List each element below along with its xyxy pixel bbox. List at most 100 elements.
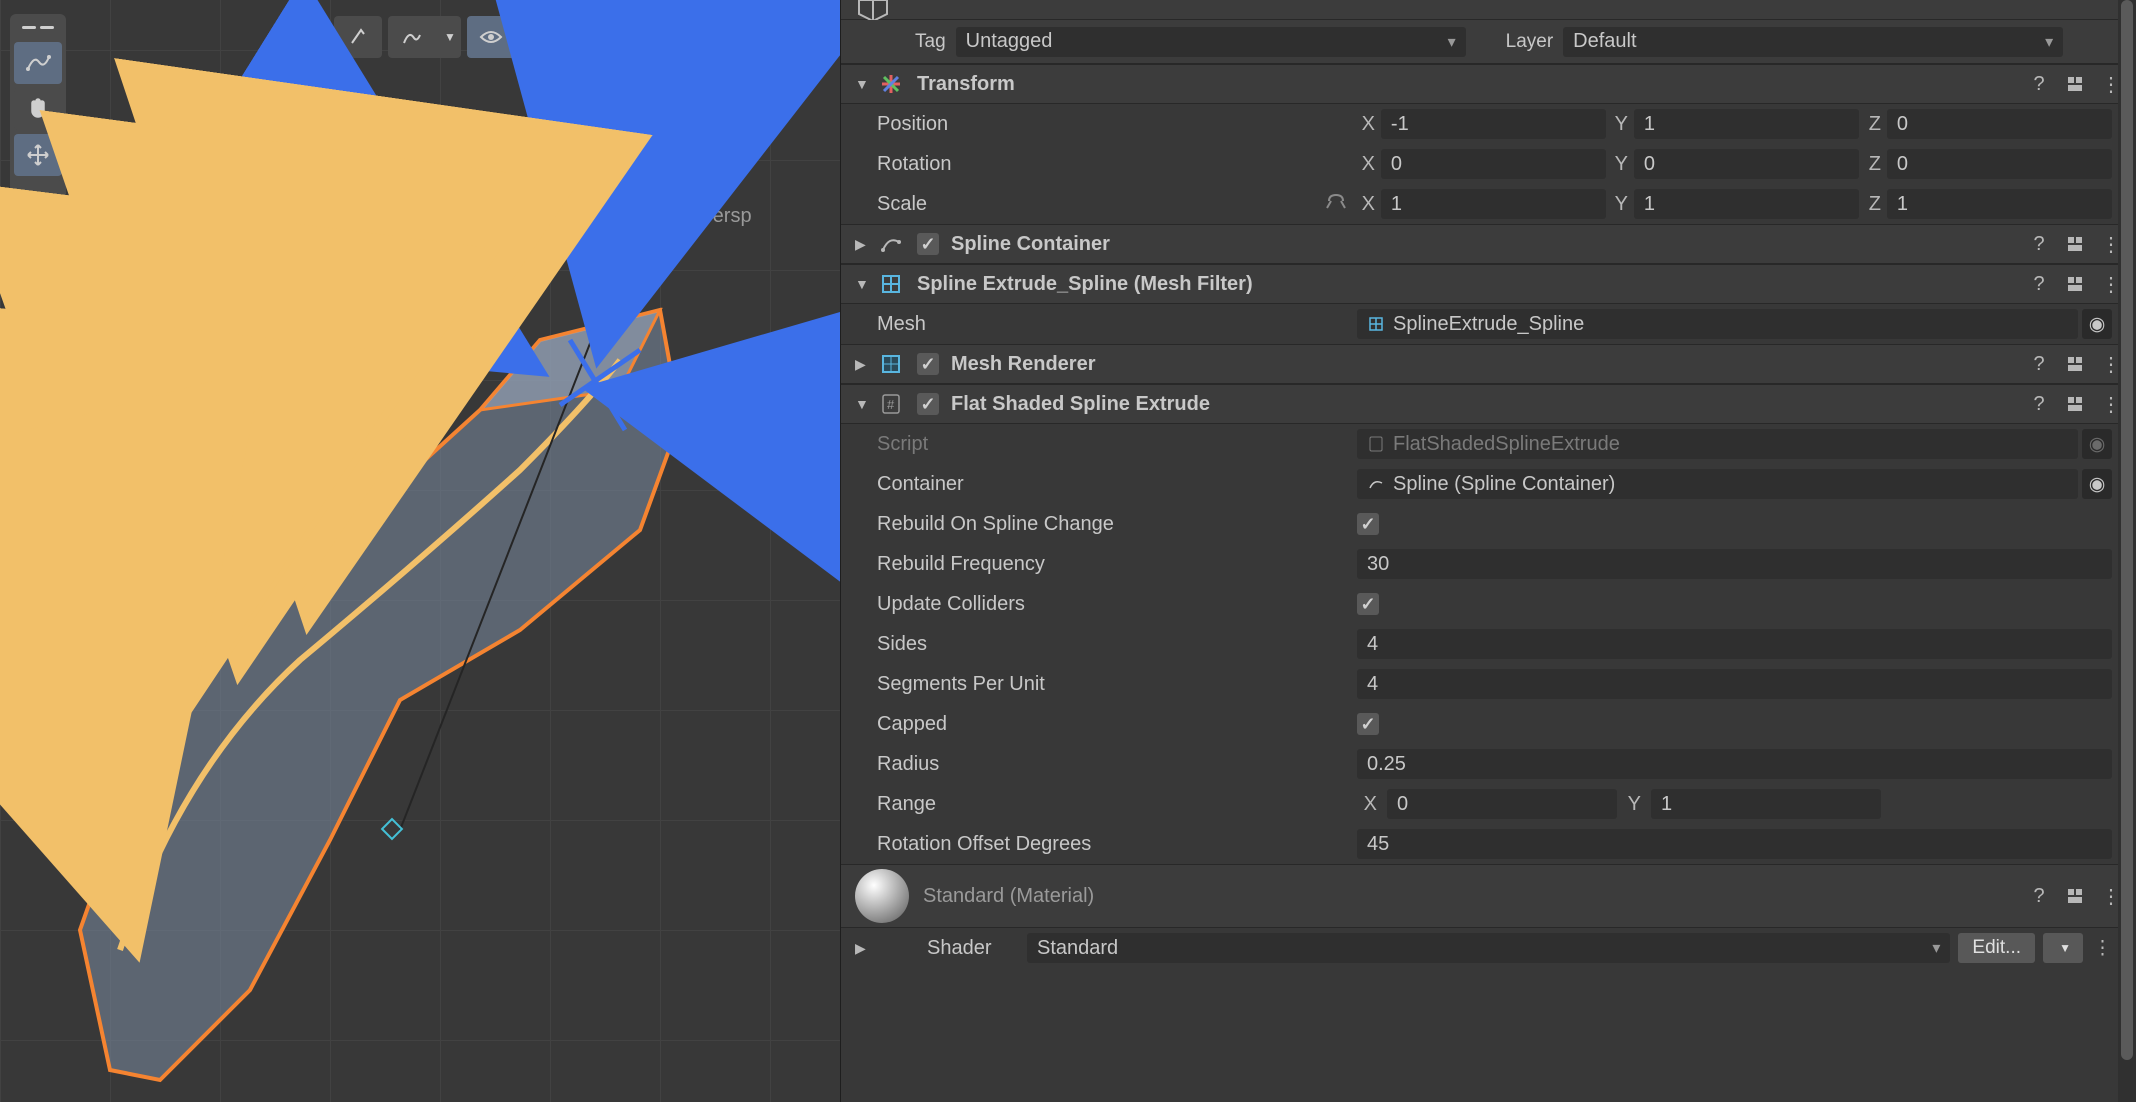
material-header[interactable]: Standard (Material) ? ⋮	[841, 864, 2136, 928]
spline-container-header[interactable]: ▶ Spline Container ? ⋮	[841, 224, 2136, 264]
shader-row: ▶ Shader Standard Edit... ▼ ⋮	[841, 928, 2136, 968]
radius-input[interactable]	[1357, 749, 2112, 779]
lock-icon[interactable]	[1325, 192, 1347, 216]
update-colliders-checkbox[interactable]	[1357, 593, 1379, 615]
mesh-renderer-header[interactable]: ▶ Mesh Renderer ? ⋮	[841, 344, 2136, 384]
presets-icon[interactable]	[2064, 353, 2086, 375]
position-x-input[interactable]	[1381, 109, 1606, 139]
help-icon[interactable]: ?	[2028, 233, 2050, 255]
axis-x-label: x	[778, 77, 785, 93]
mesh-object-field[interactable]: SplineExtrude_Spline	[1357, 309, 2078, 339]
presets-icon[interactable]	[2064, 393, 2086, 415]
mesh-filter-header[interactable]: ▼ Spline Extrude_Spline (Mesh Filter) ? …	[841, 264, 2136, 304]
rect-tool[interactable]	[14, 272, 62, 314]
flat-extrude-header[interactable]: ▼ # Flat Shaded Spline Extrude ? ⋮	[841, 384, 2136, 424]
gizmos-dropdown[interactable]: ▼	[751, 16, 777, 58]
shader-list-button[interactable]: ▼	[2043, 933, 2083, 963]
rebuild-freq-row: Rebuild Frequency	[841, 544, 2136, 584]
add-tool[interactable]	[14, 364, 62, 406]
orientation-gizmo[interactable]: x y z	[660, 60, 790, 190]
tool-strip	[10, 14, 66, 412]
help-icon[interactable]: ?	[2028, 273, 2050, 295]
container-picker-button[interactable]: ◉	[2082, 469, 2112, 499]
scale-y-input[interactable]	[1634, 189, 1859, 219]
foldout-icon: ▼	[855, 396, 877, 412]
rot-offset-input[interactable]	[1357, 829, 2112, 859]
projection-label[interactable]: ‹‹ Persp	[680, 205, 752, 228]
range-x-input[interactable]	[1387, 789, 1617, 819]
rotation-x-input[interactable]	[1381, 149, 1606, 179]
rebuild-on-change-checkbox[interactable]	[1357, 513, 1379, 535]
container-field[interactable]: Spline (Spline Container)	[1357, 469, 2078, 499]
spline-container-enabled-checkbox[interactable]	[917, 233, 939, 255]
layers-dropdown[interactable]: ▼	[593, 16, 619, 58]
scale-z-input[interactable]	[1887, 189, 2112, 219]
mesh-filter-icon	[877, 270, 905, 298]
shader-menu-icon[interactable]: ⋮	[2093, 937, 2112, 960]
radius-row: Radius	[841, 744, 2136, 784]
move-tool[interactable]	[14, 134, 62, 176]
help-icon[interactable]: ?	[2028, 73, 2050, 95]
position-y-input[interactable]	[1634, 109, 1859, 139]
script-mini-icon	[1367, 435, 1385, 453]
help-icon[interactable]: ?	[2028, 393, 2050, 415]
flat-extrude-enabled-checkbox[interactable]	[917, 393, 939, 415]
custom-tool[interactable]	[14, 318, 62, 360]
rebuild-freq-input[interactable]	[1357, 549, 2112, 579]
script-picker-button: ◉	[2082, 429, 2112, 459]
edit-shader-button[interactable]: Edit...	[1958, 933, 2035, 963]
toggle-visibility-button[interactable]	[467, 16, 515, 58]
rotation-z-input[interactable]	[1887, 149, 2112, 179]
script-field: FlatShadedSplineExtrude	[1357, 429, 2078, 459]
toggle-skybox-button[interactable]	[280, 16, 328, 58]
scale-row: Scale X Y Z	[841, 184, 2136, 224]
scale-tool[interactable]	[14, 226, 62, 268]
spline-tool[interactable]	[14, 42, 62, 84]
foldout-icon: ▶	[855, 356, 877, 373]
camera-button[interactable]	[625, 16, 673, 58]
tag-dropdown[interactable]: Untagged	[956, 27, 1466, 57]
layer-label: Layer	[1506, 31, 1554, 53]
sides-input[interactable]	[1357, 629, 2112, 659]
capped-checkbox[interactable]	[1357, 713, 1379, 735]
layer-dropdown[interactable]: Default	[1563, 27, 2063, 57]
transform-icon	[877, 70, 905, 98]
presets-icon[interactable]	[2064, 273, 2086, 295]
mesh-renderer-enabled-checkbox[interactable]	[917, 353, 939, 375]
tool-strip-grip[interactable]	[14, 20, 62, 34]
sides-row: Sides	[841, 624, 2136, 664]
rotation-row: Rotation X Y Z	[841, 144, 2136, 184]
mesh-picker-button[interactable]: ◉	[2082, 309, 2112, 339]
axis-y-label: y	[734, 61, 741, 77]
position-z-input[interactable]	[1887, 109, 2112, 139]
presets-icon[interactable]	[2064, 73, 2086, 95]
toggle-audio-button[interactable]	[388, 16, 436, 58]
help-icon[interactable]: ?	[2028, 885, 2050, 907]
foldout-icon[interactable]: ▶	[855, 940, 877, 957]
material-preview-icon	[855, 869, 909, 923]
hand-tool[interactable]	[14, 88, 62, 130]
rotate-tool[interactable]	[14, 180, 62, 222]
spline-mini-icon	[1367, 475, 1385, 493]
toggle-light-button[interactable]	[334, 16, 382, 58]
inspector-scrollbar[interactable]	[2118, 0, 2136, 1102]
rot-offset-row: Rotation Offset Degrees	[841, 824, 2136, 864]
shader-dropdown[interactable]: Standard	[1027, 933, 1950, 963]
gizmos-button[interactable]	[704, 16, 752, 58]
range-row: Range X Y	[841, 784, 2136, 824]
presets-icon[interactable]	[2064, 885, 2086, 907]
transform-header[interactable]: ▼ Transform ? ⋮	[841, 64, 2136, 104]
camera-dropdown[interactable]: ▼	[672, 16, 698, 58]
range-y-input[interactable]	[1651, 789, 1881, 819]
layers-button[interactable]	[546, 16, 594, 58]
visibility-dropdown[interactable]: ▼	[514, 16, 540, 58]
segments-input[interactable]	[1357, 669, 2112, 699]
scene-viewport[interactable]: ▼ ▼ ▼ ▼ ▼	[0, 0, 840, 1102]
update-colliders-row: Update Colliders	[841, 584, 2136, 624]
presets-icon[interactable]	[2064, 233, 2086, 255]
scale-x-input[interactable]	[1381, 189, 1606, 219]
rotation-y-input[interactable]	[1634, 149, 1859, 179]
audio-dropdown[interactable]: ▼	[435, 16, 461, 58]
inspector-panel: Tag Untagged Layer Default ▼ Transform ?…	[840, 0, 2136, 1102]
help-icon[interactable]: ?	[2028, 353, 2050, 375]
